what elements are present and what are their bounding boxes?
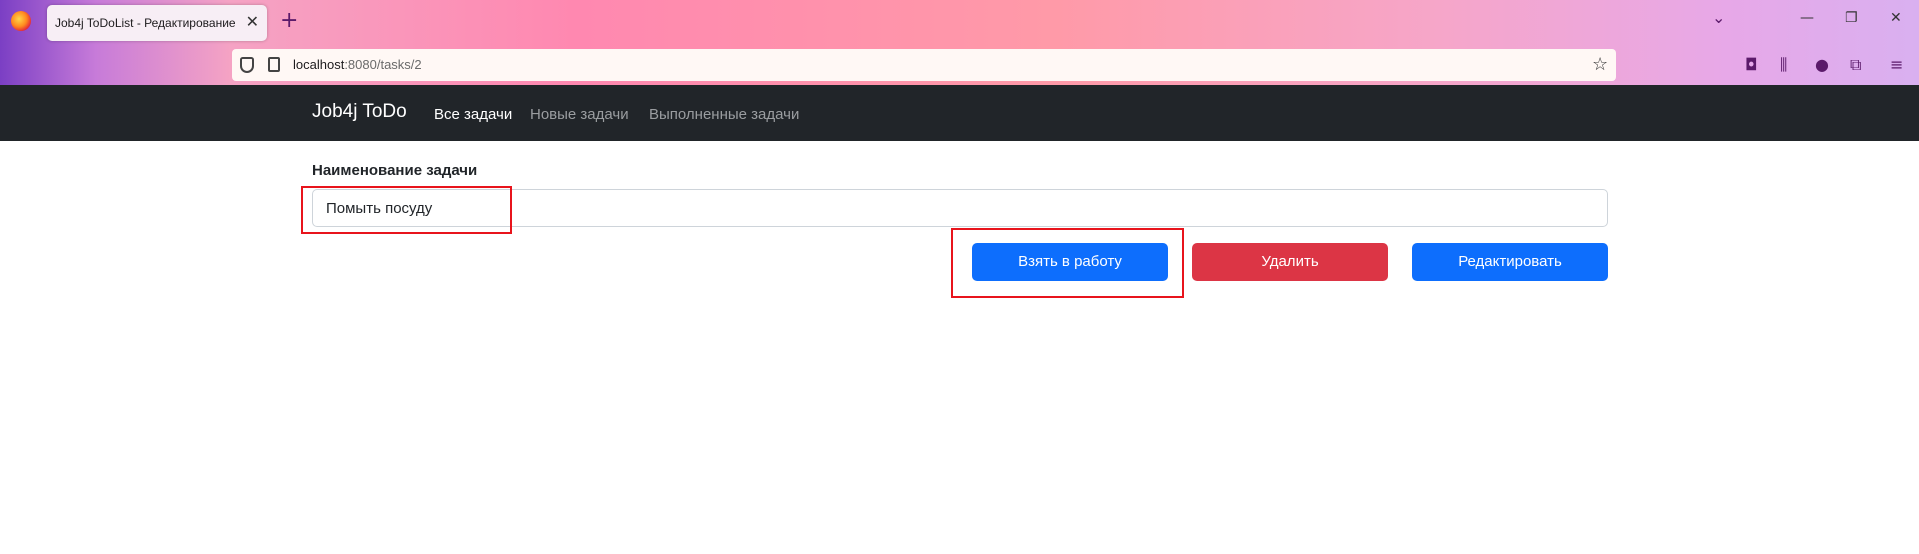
task-name-label: Наименование задачи [312,162,478,179]
bookmark-star-icon[interactable]: ☆ [1592,54,1608,75]
tab-bar: Job4j ToDoList - Редактирование за ✕ + ⌄… [0,0,1919,43]
nav-done-tasks[interactable]: Выполненные задачи [649,106,799,123]
menu-icon[interactable]: ≡ [1890,55,1903,74]
url-host: localhost [293,57,345,72]
pocket-icon[interactable]: ◘ [1745,55,1758,74]
nav-all-tasks[interactable]: Все задачи [434,106,512,123]
browser-tab[interactable]: Job4j ToDoList - Редактирование за ✕ [47,5,267,41]
new-tab-icon[interactable]: + [280,8,298,34]
url-bar[interactable] [232,49,1616,81]
account-icon[interactable]: ● [1815,55,1829,74]
highlight-box-take-button [951,228,1184,298]
close-window-icon[interactable]: ✕ [1890,10,1902,26]
delete-button[interactable]: Удалить [1192,243,1388,281]
library-icon[interactable]: ⫼ [1780,55,1787,75]
shield-icon[interactable] [240,57,254,73]
page-icon[interactable] [268,57,280,72]
restore-icon[interactable]: ❐ [1845,10,1858,26]
brand-logo[interactable]: Job4j ToDo [312,101,407,123]
tab-title: Job4j ToDoList - Редактирование за [55,16,235,30]
url-path: :8080/tasks/2 [344,57,422,72]
extensions-icon[interactable]: ⧉ [1850,55,1861,75]
url-text[interactable]: localhost:8080/tasks/2 [293,57,422,72]
app-navbar [0,85,1919,141]
chevron-down-icon[interactable]: ⌄ [1712,8,1725,27]
highlight-box-input [301,186,512,234]
nav-new-tasks[interactable]: Новые задачи [530,106,629,123]
firefox-logo-icon[interactable] [11,11,31,31]
close-tab-icon[interactable]: ✕ [246,13,259,31]
edit-button[interactable]: Редактировать [1412,243,1608,281]
minimize-icon[interactable]: — [1800,10,1814,26]
